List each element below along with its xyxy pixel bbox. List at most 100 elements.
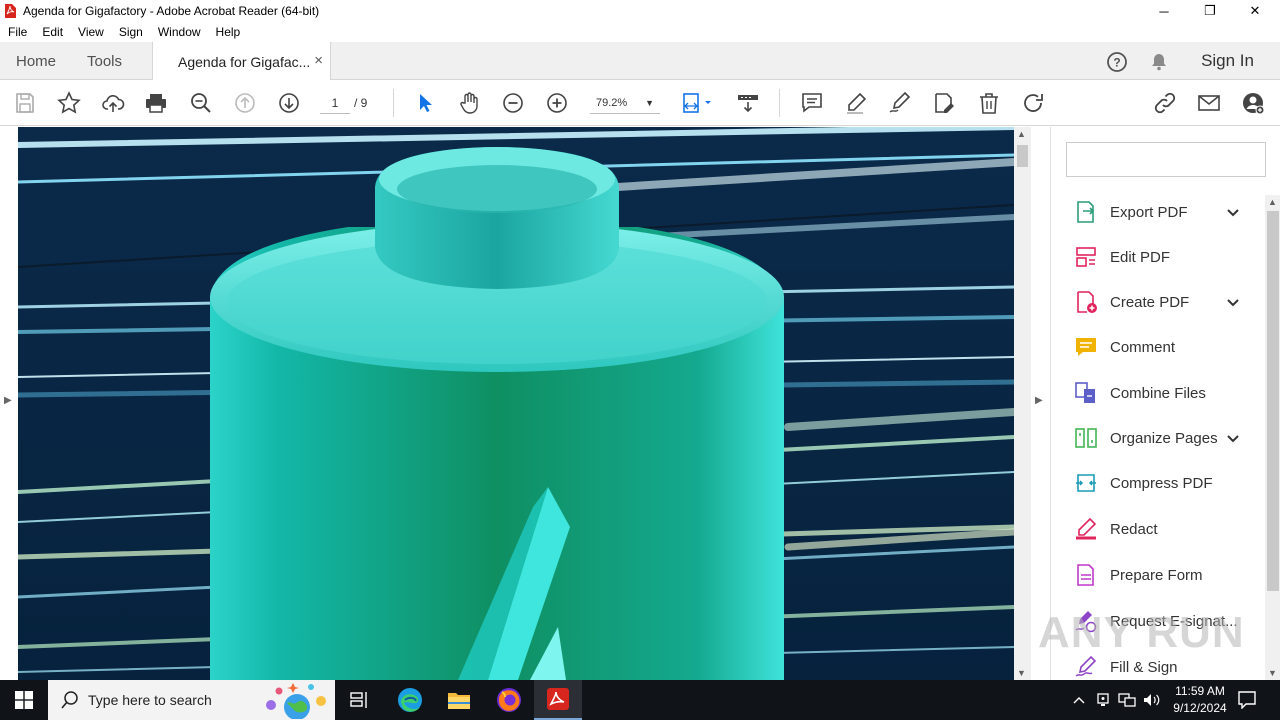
menu-help[interactable]: Help [216,25,241,39]
tool-edit-pdf[interactable]: Edit PDF [1073,239,1253,275]
edit-document-icon[interactable] [930,89,958,117]
rotate-icon[interactable] [1019,89,1047,117]
tab-close-button[interactable]: × [314,52,323,69]
menu-sign[interactable]: Sign [119,25,143,39]
tab-document[interactable]: Agenda for Gigafac... × [152,42,331,81]
task-view-icon [350,692,367,708]
notification-center-icon [1238,691,1256,709]
expand-left-panel-icon[interactable]: ▶ [4,395,12,406]
toolbar-divider [393,89,394,117]
tool-create-pdf[interactable]: Create PDF [1073,284,1253,320]
tools-pane: Export PDF Edit PDF Create PDF Comment C… [1050,127,1280,680]
tool-organize-pages[interactable]: Organize Pages [1073,420,1253,456]
edit-pdf-icon [1073,244,1099,270]
page-total: / 9 [354,96,368,110]
scroll-down-arrow-icon[interactable]: ▼ [1017,668,1026,678]
tool-compress-pdf[interactable]: Compress PDF [1073,465,1253,501]
tool-comment[interactable]: Comment [1073,329,1253,365]
compress-pdf-icon [1073,470,1099,496]
clock-time: 11:59 AM [1175,684,1225,698]
start-button[interactable] [0,680,48,720]
menu-file[interactable]: File [8,25,27,39]
action-center-button[interactable] [1232,680,1262,720]
add-user-icon[interactable] [1239,89,1267,117]
export-pdf-icon [1073,199,1099,225]
create-pdf-icon [1073,289,1099,315]
acrobat-app-icon [5,4,16,18]
zoom-in-icon[interactable] [543,89,571,117]
tab-tools[interactable]: Tools [87,42,122,80]
scroll-down-arrow-icon[interactable]: ▼ [1268,668,1277,678]
share-link-icon[interactable] [1151,89,1179,117]
organize-pages-icon [1073,425,1099,451]
minimize-button[interactable]: ─ [1141,0,1187,22]
document-viewport[interactable]: ▶ ▲ ▼ ▶ [0,127,1050,680]
taskbar-clock[interactable]: 11:59 AM 9/12/2024 [1160,683,1240,717]
taskbar-file-explorer-button[interactable] [435,680,483,720]
help-icon[interactable]: ? [1106,51,1128,73]
save-icon[interactable] [11,89,39,117]
chevron-down-icon[interactable] [1225,204,1241,220]
zoom-search-icon[interactable] [187,89,215,117]
notifications-bell-icon[interactable] [1149,52,1169,72]
close-button[interactable]: ✕ [1232,0,1278,22]
chevron-down-icon[interactable] [1225,294,1241,310]
taskbar-edge-button[interactable] [386,680,434,720]
collapse-right-panel-icon[interactable]: ▶ [1035,395,1043,406]
fit-page-icon[interactable] [679,89,715,117]
window-title: Agenda for Gigafactory - Adobe Acrobat R… [23,4,320,18]
document-scrollbar-thumb[interactable] [1017,145,1028,167]
zoom-out-icon[interactable] [499,89,527,117]
prepare-form-icon [1073,562,1099,588]
sign-in-button[interactable]: Sign In [1201,42,1254,80]
tray-ethernet-button[interactable] [1116,680,1138,720]
menu-edit[interactable]: Edit [42,25,63,39]
tray-volume-button[interactable] [1140,680,1162,720]
tool-label: Fill & Sign [1110,658,1178,676]
windows-logo-icon [15,691,33,709]
sign-pen-icon[interactable] [886,89,914,117]
tool-label: Comment [1110,338,1176,356]
scroll-up-arrow-icon[interactable]: ▲ [1017,129,1026,139]
toolbar-divider [779,89,780,117]
taskbar-acrobat-button[interactable] [534,680,582,720]
tool-redact[interactable]: Redact [1073,511,1253,547]
tab-home[interactable]: Home [16,42,56,80]
scroll-mode-icon[interactable] [734,89,762,117]
next-page-icon[interactable] [275,89,303,117]
taskbar: Type here to search 11:59 AM 9/12/2024 [0,680,1280,720]
upload-cloud-icon[interactable] [99,89,127,117]
email-envelope-icon[interactable] [1195,89,1223,117]
previous-page-icon[interactable] [231,89,259,117]
page-number-input[interactable]: 1 [320,92,350,114]
tray-network-status-button[interactable] [1092,680,1114,720]
taskbar-firefox-button[interactable] [485,680,533,720]
chevron-down-icon[interactable] [1225,430,1241,446]
show-hidden-icons-button[interactable] [1068,680,1090,720]
tool-combine-files[interactable]: Combine Files [1073,375,1253,411]
select-cursor-icon[interactable] [411,89,439,117]
document-scrollbar[interactable]: ▲ ▼ [1014,127,1031,680]
hand-pan-icon[interactable] [455,89,483,117]
bookmark-star-icon[interactable] [55,89,83,117]
task-view-button[interactable] [336,680,384,720]
tool-export-pdf[interactable]: Export PDF [1073,194,1253,230]
zoom-level-select[interactable]: 79.2% ▼ [590,92,660,114]
tools-pane-scrollbar-thumb[interactable] [1267,211,1279,591]
tools-search-input[interactable] [1066,142,1266,177]
delete-trash-icon[interactable] [975,89,1003,117]
taskbar-search-box[interactable]: Type here to search [48,680,335,720]
acrobat-reader-icon [547,688,569,710]
comment-icon[interactable] [798,89,826,117]
menu-view[interactable]: View [78,25,104,39]
left-panel-toggle[interactable]: ▶ [0,127,18,680]
print-icon[interactable] [142,89,170,117]
highlight-pen-icon[interactable] [842,89,870,117]
menu-window[interactable]: Window [158,25,201,39]
maximize-button[interactable]: ❐ [1187,0,1233,22]
file-explorer-folder-icon [448,693,470,709]
scroll-up-arrow-icon[interactable]: ▲ [1268,197,1277,207]
ethernet-icon [1118,693,1136,707]
tools-pane-scrollbar[interactable]: ▲ ▼ [1265,195,1280,680]
tool-prepare-form[interactable]: Prepare Form [1073,557,1253,593]
